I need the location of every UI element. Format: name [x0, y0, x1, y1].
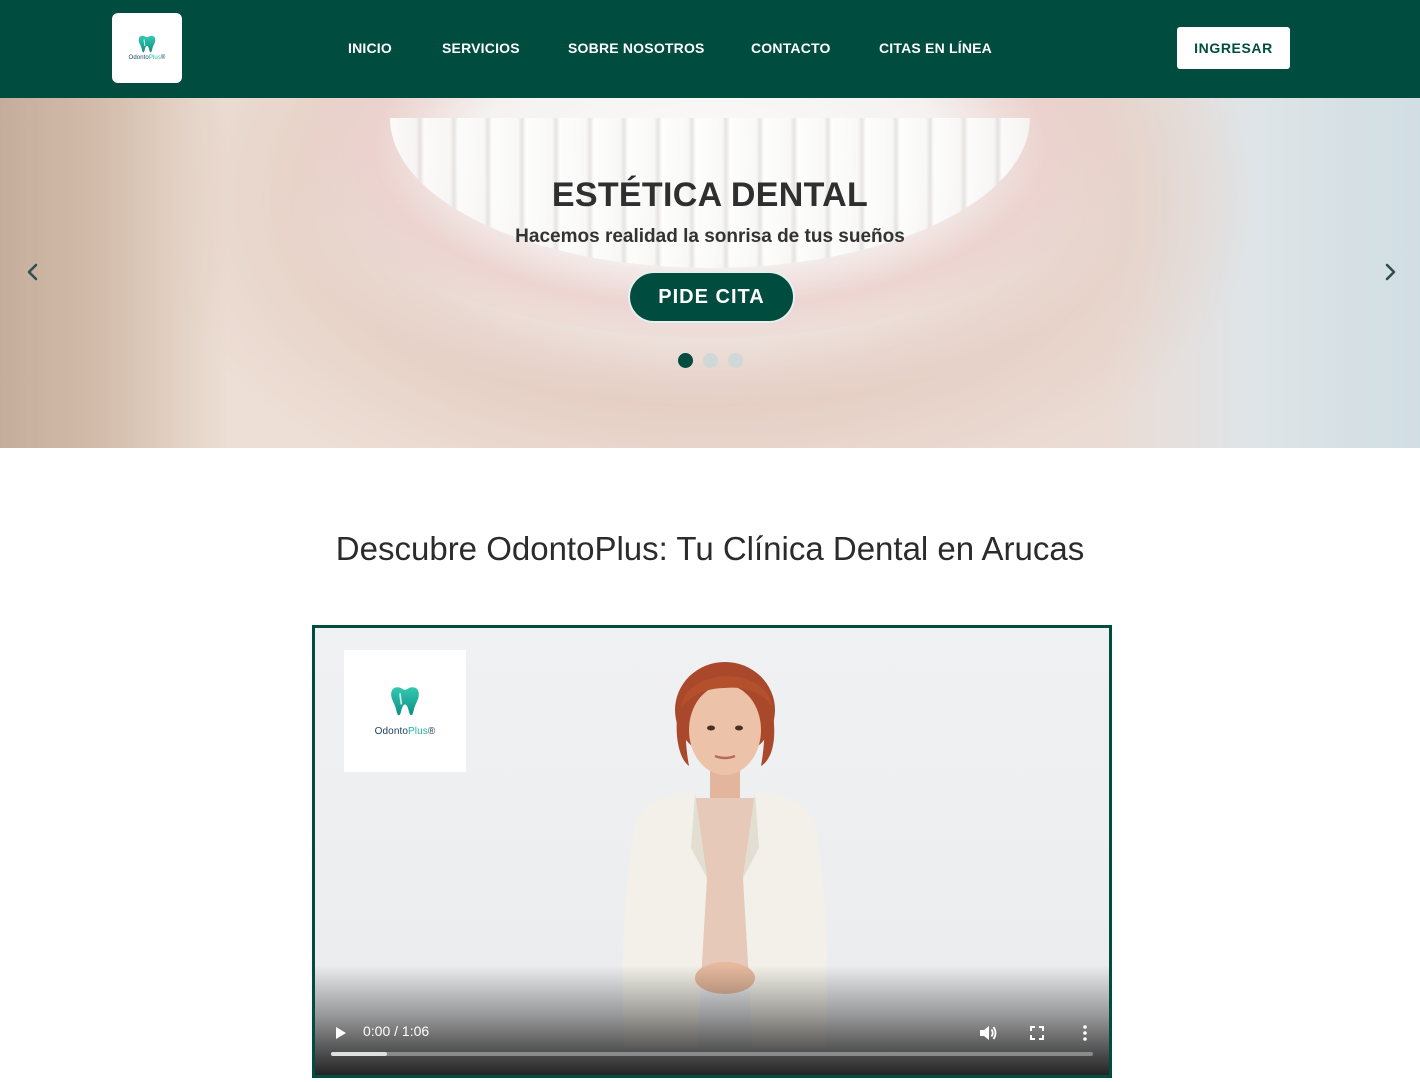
- volume-button[interactable]: [977, 1022, 999, 1044]
- intro-video-player[interactable]: OdontoPlus® 0:00 / 1:06: [312, 625, 1112, 1078]
- video-logo-wordmark: OdontoPlus®: [374, 725, 436, 737]
- play-icon: [329, 1027, 351, 1047]
- site-header: OdontoPlus® INICIO SERVICIOS SOBRE NOSOT…: [0, 0, 1420, 98]
- video-buffered-fill: [331, 1052, 388, 1056]
- book-appointment-button[interactable]: PIDE CITA: [628, 271, 795, 323]
- nav-sobre-nosotros[interactable]: SOBRE NOSOTROS: [568, 38, 705, 58]
- hero-subtitle: Hacemos realidad la sonrisa de tus sueño…: [515, 226, 905, 247]
- carousel-next-button[interactable]: [1378, 260, 1402, 284]
- video-progress-bar[interactable]: [331, 1052, 1093, 1056]
- more-options-button[interactable]: [1074, 1022, 1096, 1044]
- volume-icon: [977, 1026, 999, 1047]
- carousel-prev-button[interactable]: [21, 260, 45, 284]
- nav-citas-en-linea[interactable]: CITAS EN LÍNEA: [879, 38, 992, 58]
- carousel-dot-2[interactable]: [703, 353, 718, 368]
- video-overlay-logo: OdontoPlus®: [344, 650, 466, 772]
- nav-contacto[interactable]: CONTACTO: [751, 38, 831, 58]
- fullscreen-icon: [1026, 1026, 1048, 1047]
- carousel-dot-1[interactable]: [678, 353, 693, 368]
- more-options-icon: [1074, 1025, 1096, 1047]
- video-controls: 0:00 / 1:06: [315, 965, 1109, 1075]
- hero-carousel: ESTÉTICA DENTAL Hacemos realidad la sonr…: [0, 98, 1420, 448]
- hero-title: ESTÉTICA DENTAL: [551, 176, 869, 214]
- login-button[interactable]: INGRESAR: [1177, 27, 1290, 69]
- play-button[interactable]: [329, 1022, 351, 1044]
- carousel-indicators: [678, 353, 743, 368]
- nav-inicio[interactable]: INICIO: [348, 38, 392, 58]
- chevron-left-icon: [21, 260, 45, 284]
- chevron-right-icon: [1378, 260, 1402, 284]
- carousel-dot-3[interactable]: [728, 353, 743, 368]
- fullscreen-button[interactable]: [1026, 1022, 1048, 1044]
- nav-servicios[interactable]: SERVICIOS: [442, 38, 520, 58]
- tooth-logo-icon: [390, 686, 420, 723]
- video-time: 0:00 / 1:06: [363, 1023, 430, 1039]
- section-title: Descubre OdontoPlus: Tu Clínica Dental e…: [335, 530, 1085, 567]
